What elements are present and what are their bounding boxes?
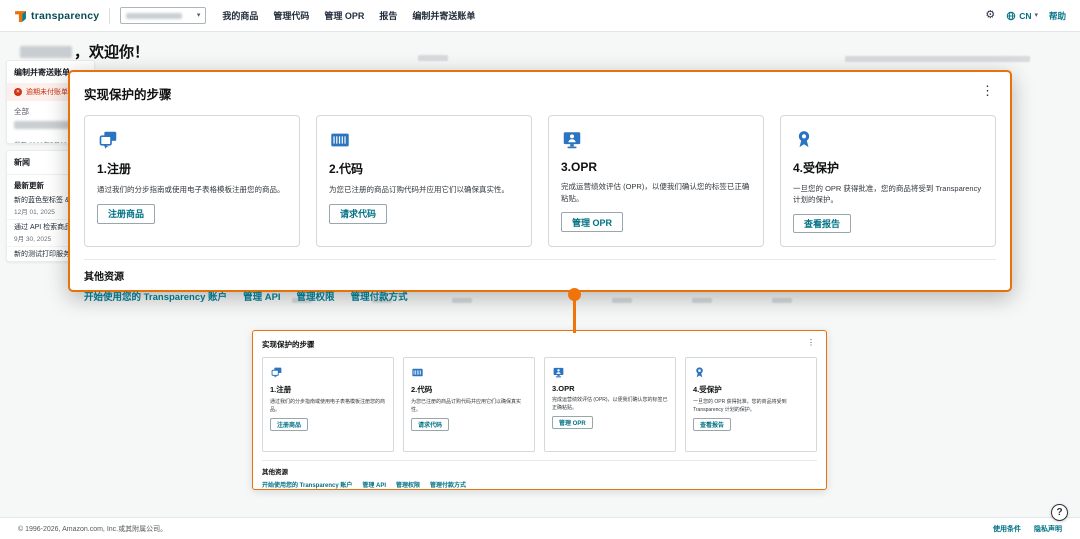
kebab-menu-icon[interactable]: ⋮ (979, 84, 996, 97)
chevron-down-icon: ▾ (197, 12, 201, 19)
nav-item-manage-opr[interactable]: 管理 OPR (324, 9, 364, 22)
barcode-icon (329, 129, 351, 151)
chevron-down-icon: ▾ (1034, 12, 1038, 19)
other-resources: 其他资源 开始使用您的 Transparency 账户 管理 API 管理权限 … (262, 460, 817, 489)
link-manage-payment[interactable]: 管理付款方式 (430, 480, 466, 489)
nav-item-my-products[interactable]: 我的商品 (222, 9, 258, 22)
welcome-text: ，欢迎你！ (74, 41, 149, 62)
copyright-text: © 1996-2026, Amazon.com, Inc.或其附属公司。 (18, 524, 167, 534)
view-reports-button[interactable]: 查看报告 (693, 418, 731, 431)
topbar: transparency ▾ 我的商品 管理代码 管理 OPR 报告 编制并寄送… (0, 0, 1080, 32)
redacted-account-name (126, 13, 182, 19)
request-codes-button[interactable]: 请求代码 (411, 418, 449, 431)
redacted-billing-amount (14, 121, 72, 129)
panel-title: 实现保护的步骤 (84, 84, 172, 103)
link-manage-permissions[interactable]: 管理权限 (396, 480, 420, 489)
resources-title: 其他资源 (262, 466, 817, 476)
manage-opr-button[interactable]: 管理 OPR (561, 212, 623, 232)
steps-magnified-panel: 实现保护的步骤 ⋮ 1.注册 通过我们的分步指南或使用电子表格模板注册您的商品。… (68, 70, 1012, 292)
step-card-codes: 2.代码 为您已注册的商品订购代码并应用它们以确保真实性。 请求代码 (403, 357, 535, 452)
barcode-icon (411, 366, 424, 379)
brand-name: transparency (31, 10, 99, 22)
step-desc: 通过我们的分步指南或使用电子表格模板注册您的商品。 (97, 184, 285, 196)
step-desc: 通过我们的分步指南或使用电子表格模板注册您的商品。 (270, 399, 386, 414)
step-card-codes: 2.代码 为您已注册的商品订购代码并应用它们以确保真实性。 请求代码 (316, 115, 532, 247)
alert-error-icon: ✕ (14, 88, 22, 96)
medal-icon (693, 366, 706, 379)
help-link[interactable]: 帮助 (1049, 10, 1066, 22)
step-desc: 一旦您的 OPR 获得批准，您的商品将受到 Transparency 计划的保护… (793, 183, 983, 206)
step-desc: 完成运营绩效评估 (OPR)，以便我们确认您的标签已正确粘贴。 (561, 181, 751, 204)
step-title: 4.受保护 (793, 159, 839, 176)
resources-title: 其他资源 (84, 268, 996, 283)
step-desc: 一旦您的 OPR 获得批准，您的商品将受到 Transparency 计划的保护… (693, 399, 809, 414)
footer: © 1996-2026, Amazon.com, Inc.或其附属公司。 使用条… (0, 517, 1080, 539)
step-title: 3.OPR (552, 384, 575, 393)
topbar-divider (109, 8, 110, 24)
link-manage-permissions[interactable]: 管理权限 (297, 289, 335, 303)
step-title: 3.OPR (561, 160, 597, 174)
step-desc: 完成运营绩效评估 (OPR)，以便我们确认您的标签已正确粘贴。 (552, 397, 668, 412)
register-products-button[interactable]: 注册商品 (97, 204, 155, 224)
step-card-opr: 3.OPR 完成运营绩效评估 (OPR)，以便我们确认您的标签已正确粘贴。 管理… (548, 115, 764, 247)
step-desc: 为您已注册的商品订购代码并应用它们以确保真实性。 (411, 399, 527, 414)
medal-icon (793, 129, 815, 150)
step-title: 2.代码 (411, 384, 432, 395)
register-tags-icon (270, 366, 283, 379)
transparency-logo-icon (14, 9, 27, 22)
step-card-register: 1.注册 通过我们的分步指南或使用电子表格模板注册您的商品。 注册商品 (262, 357, 394, 452)
monitor-person-icon (552, 366, 565, 379)
register-products-button[interactable]: 注册商品 (270, 418, 308, 431)
manage-opr-button[interactable]: 管理 OPR (552, 416, 593, 429)
request-codes-button[interactable]: 请求代码 (329, 204, 387, 224)
step-cards-mini: 1.注册 通过我们的分步指南或使用电子表格模板注册您的商品。 注册商品 2.代码… (262, 357, 817, 452)
brand-logo[interactable]: transparency (14, 9, 99, 22)
terms-link[interactable]: 使用条件 (993, 524, 1021, 534)
view-reports-button[interactable]: 查看报告 (793, 214, 851, 233)
step-title: 4.受保护 (693, 384, 722, 395)
steps-original-card: 实现保护的步骤 ⋮ 1.注册 通过我们的分步指南或使用电子表格模板注册您的商品。… (252, 330, 827, 490)
callout-connector-dot (568, 288, 581, 301)
language-selector[interactable]: CN ▾ (1006, 11, 1038, 21)
gear-icon[interactable]: ⚙ (985, 10, 995, 21)
link-manage-api[interactable]: 管理 API (362, 480, 386, 489)
alert-text: 逾期未付账单 (26, 87, 68, 97)
nav-item-reports[interactable]: 报告 (379, 9, 397, 22)
redacted-user-name (20, 46, 72, 58)
nav-item-manage-codes[interactable]: 管理代码 (273, 9, 309, 22)
background-artifact (845, 56, 1030, 62)
link-get-started[interactable]: 开始使用您的 Transparency 账户 (84, 289, 227, 303)
globe-icon (1006, 11, 1016, 21)
step-title: 1.注册 (97, 160, 131, 177)
nav-item-billing[interactable]: 编制并寄送账单 (412, 9, 475, 22)
account-selector[interactable]: ▾ (120, 7, 206, 24)
step-cards: 1.注册 通过我们的分步指南或使用电子表格模板注册您的商品。 注册商品 2.代码… (84, 115, 996, 247)
top-navigation: 我的商品 管理代码 管理 OPR 报告 编制并寄送账单 (222, 9, 475, 22)
step-title: 1.注册 (270, 384, 291, 395)
kebab-menu-icon[interactable]: ⋮ (805, 339, 817, 347)
step-desc: 为您已注册的商品订购代码并应用它们以确保真实性。 (329, 184, 509, 196)
link-manage-payment[interactable]: 管理付款方式 (351, 289, 408, 303)
step-title: 2.代码 (329, 160, 363, 177)
panel-title: 实现保护的步骤 (262, 339, 315, 350)
monitor-person-icon (561, 129, 583, 151)
link-get-started[interactable]: 开始使用您的 Transparency 账户 (262, 480, 352, 489)
step-card-register: 1.注册 通过我们的分步指南或使用电子表格模板注册您的商品。 注册商品 (84, 115, 300, 247)
register-tags-icon (97, 129, 119, 151)
other-resources: 其他资源 开始使用您的 Transparency 账户 管理 API 管理权限 … (84, 259, 996, 303)
topbar-right: ⚙ CN ▾ 帮助 (985, 10, 1066, 22)
transparency-portal-page: transparency ▾ 我的商品 管理代码 管理 OPR 报告 编制并寄送… (0, 0, 1080, 539)
welcome-heading: ，欢迎你！ (20, 41, 149, 62)
background-artifact (418, 55, 448, 61)
help-fab-button[interactable]: ? (1051, 504, 1068, 521)
callout-connector-line (573, 297, 576, 333)
link-manage-api[interactable]: 管理 API (243, 289, 280, 303)
step-card-opr: 3.OPR 完成运营绩效评估 (OPR)，以便我们确认您的标签已正确粘贴。 管理… (544, 357, 676, 452)
step-card-protected: 4.受保护 一旦您的 OPR 获得批准，您的商品将受到 Transparency… (685, 357, 817, 452)
step-card-protected: 4.受保护 一旦您的 OPR 获得批准，您的商品将受到 Transparency… (780, 115, 996, 247)
privacy-link[interactable]: 隐私声明 (1034, 524, 1062, 534)
language-code: CN (1019, 11, 1031, 21)
